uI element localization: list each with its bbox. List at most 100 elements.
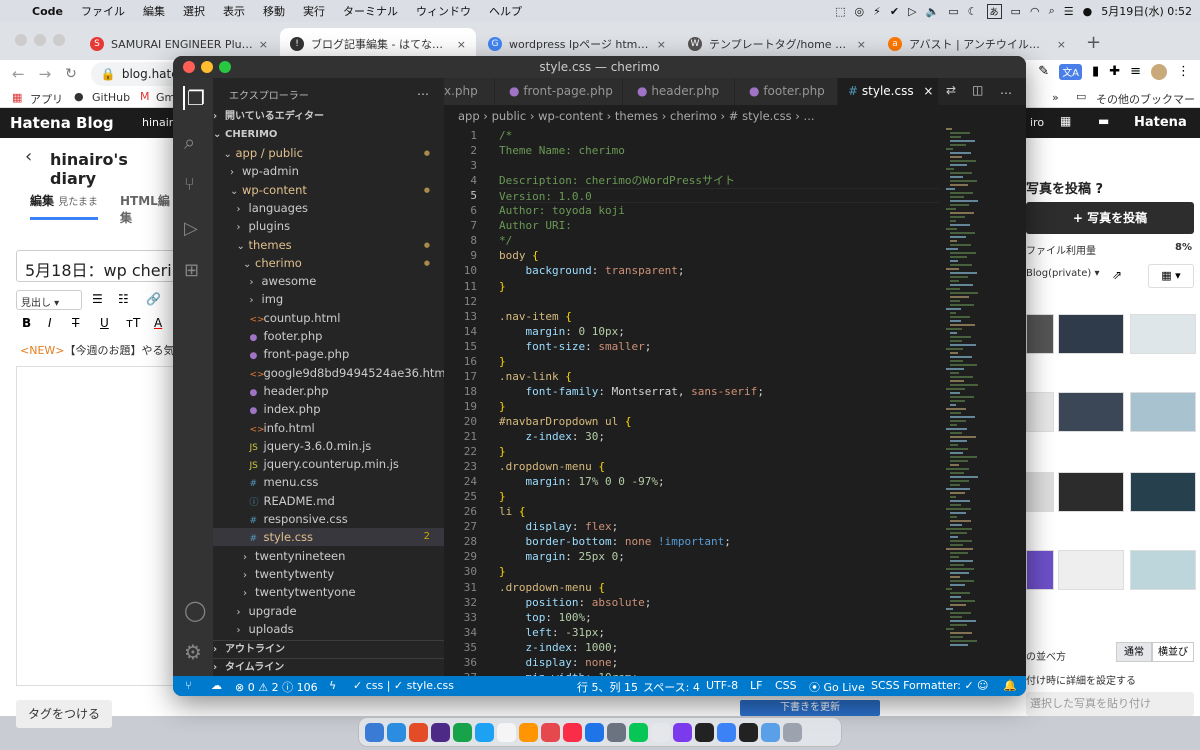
moon-icon[interactable]: ☾ bbox=[968, 5, 978, 18]
tab-edit-visual[interactable]: 編集 見たまま bbox=[30, 192, 98, 220]
photo-thumb[interactable] bbox=[1058, 550, 1124, 590]
minimap[interactable] bbox=[946, 126, 1018, 676]
forward-icon[interactable]: → bbox=[39, 65, 52, 83]
translate-icon[interactable]: 文A bbox=[1059, 64, 1083, 80]
tree-item[interactable]: ⌄ wp-content ● bbox=[213, 181, 444, 199]
minimize-window-button[interactable] bbox=[34, 34, 46, 46]
tree-item[interactable]: › img bbox=[213, 290, 444, 308]
menu-view[interactable]: 表示 bbox=[214, 3, 254, 19]
photo-thumb[interactable] bbox=[1130, 472, 1196, 512]
dock-app-icon[interactable] bbox=[387, 722, 406, 742]
check-icon[interactable]: ✔ bbox=[890, 5, 899, 18]
tree-item[interactable]: <>google9d8bd9494524ae36.html bbox=[213, 364, 449, 382]
tree-item[interactable]: › languages bbox=[213, 199, 444, 217]
settings-gear-icon[interactable]: ⚙ bbox=[184, 640, 202, 664]
photo-thumb[interactable] bbox=[1026, 392, 1054, 432]
editor-tab[interactable]: x.php bbox=[444, 78, 494, 105]
workspace-section[interactable]: ⌄ CHERIMO bbox=[213, 126, 444, 144]
bold-icon[interactable]: B bbox=[22, 316, 31, 330]
breadcrumb-item[interactable]: ... bbox=[804, 109, 815, 123]
encoding[interactable]: UTF-8 bbox=[706, 679, 738, 692]
profile-avatar[interactable] bbox=[1151, 64, 1167, 80]
explorer-icon[interactable]: ❐ bbox=[183, 86, 205, 110]
tree-item[interactable]: › twentytwenty bbox=[213, 565, 444, 583]
volume-icon[interactable]: 🔈 bbox=[926, 5, 940, 18]
extensions-icon[interactable]: ⊞ bbox=[184, 260, 199, 281]
breadcrumb-item[interactable]: themes bbox=[615, 109, 658, 123]
view-mode-select[interactable]: ▦ ▾ bbox=[1148, 264, 1194, 288]
text-color-icon[interactable]: A bbox=[154, 316, 162, 330]
feedback-icon[interactable]: ☺ bbox=[977, 679, 988, 692]
menu-edit[interactable]: 編集 bbox=[134, 3, 174, 19]
close-tab-icon[interactable]: × bbox=[923, 84, 933, 98]
code-editor[interactable]: 1 /* 2 Theme Name: cherimo 3 4 Description: ch… bbox=[444, 126, 944, 676]
menu-terminal[interactable]: ターミナル bbox=[334, 3, 407, 19]
creative-cloud-icon[interactable]: ◎ bbox=[855, 5, 865, 18]
outline-section[interactable]: › アウトライン bbox=[213, 640, 444, 658]
dock-app-icon[interactable] bbox=[629, 722, 648, 742]
tree-item[interactable]: › twentynineteen bbox=[213, 547, 444, 565]
photo-thumb[interactable] bbox=[1130, 550, 1196, 590]
close-tab-icon[interactable]: × bbox=[259, 38, 268, 51]
tree-item[interactable]: › awesome bbox=[213, 272, 444, 290]
menu-selection[interactable]: 選択 bbox=[174, 3, 214, 19]
editor-tab-active[interactable]: # style.css × bbox=[838, 78, 938, 105]
dock-app-icon[interactable] bbox=[475, 722, 494, 742]
tree-item[interactable]: ⌄ cherimo ● bbox=[213, 254, 444, 272]
extension-icon[interactable]: ≡ bbox=[1130, 64, 1141, 80]
editor-tab[interactable]: ● front-page.php bbox=[495, 78, 622, 105]
tree-item[interactable]: › uploads bbox=[213, 620, 444, 638]
zoom-window-button[interactable] bbox=[53, 34, 65, 46]
dock-app-icon[interactable] bbox=[453, 722, 472, 742]
numbered-list-icon[interactable]: ☷ bbox=[118, 292, 129, 306]
language-path[interactable]: ✓ css | ✓ style.css bbox=[353, 679, 454, 692]
hatena-logo[interactable]: Hatena Blog bbox=[10, 114, 114, 132]
link-icon[interactable]: 🔗 bbox=[146, 292, 161, 306]
address-bar[interactable]: 🔒 blog.hatena bbox=[90, 62, 194, 86]
tree-item[interactable]: ● front-page.php bbox=[213, 345, 444, 363]
bolt-icon[interactable]: ⚡ bbox=[873, 5, 881, 18]
save-draft-button[interactable]: 下書きを更新 bbox=[740, 700, 880, 716]
compare-icon[interactable]: ⇄ bbox=[946, 83, 956, 97]
tree-item[interactable]: ● header.php bbox=[213, 382, 444, 400]
dock-app-icon[interactable] bbox=[365, 722, 384, 742]
dock-app-icon[interactable] bbox=[563, 722, 582, 742]
remote-icon[interactable]: ⑂ bbox=[185, 679, 192, 692]
breadcrumb-item[interactable]: public bbox=[492, 109, 527, 123]
play-icon[interactable]: ▷ bbox=[908, 5, 916, 18]
menubar-datetime[interactable]: 5月19日(水) 0:52 bbox=[1101, 3, 1192, 19]
split-editor-icon[interactable]: ◫ bbox=[972, 83, 983, 97]
language-mode[interactable]: CSS bbox=[775, 679, 797, 692]
close-tab-icon[interactable]: × bbox=[857, 38, 866, 51]
wifi-icon[interactable]: ◠ bbox=[1030, 5, 1040, 18]
dock-app-icon[interactable] bbox=[651, 722, 670, 742]
tree-item[interactable]: <>countup.html bbox=[213, 309, 444, 327]
reload-icon[interactable]: ↻ bbox=[65, 66, 77, 82]
photo-thumb[interactable] bbox=[1058, 314, 1124, 354]
hatena-user-right[interactable]: iro bbox=[1030, 116, 1044, 129]
menu-run[interactable]: 実行 bbox=[294, 3, 334, 19]
formatter-status[interactable]: SCSS Formatter: ✓ bbox=[871, 679, 974, 692]
source-control-icon[interactable]: ⑂ bbox=[184, 174, 195, 195]
sync-icon[interactable]: ☁ bbox=[211, 679, 222, 692]
tree-item[interactable]: ⌄ themes ● bbox=[213, 236, 444, 254]
tree-item[interactable]: ⓘ README.md bbox=[213, 492, 444, 510]
editor-body[interactable] bbox=[16, 366, 186, 686]
dock-app-icon[interactable] bbox=[695, 722, 714, 742]
apps-icon[interactable]: ▦ bbox=[12, 91, 22, 104]
sort-normal-button[interactable]: 通常 bbox=[1116, 642, 1152, 662]
tree-item[interactable]: JS jquery.counterup.min.js bbox=[213, 455, 444, 473]
lightning-icon[interactable]: ϟ bbox=[329, 679, 336, 692]
dock-app-icon[interactable] bbox=[717, 722, 736, 742]
tree-item[interactable]: ● index.php bbox=[213, 400, 444, 418]
add-tag-button[interactable]: タグをつける bbox=[16, 700, 112, 728]
tree-item[interactable]: # responsive.css bbox=[213, 510, 444, 528]
input-method-icon[interactable]: あ bbox=[986, 3, 1002, 19]
display-icon[interactable]: ▭ bbox=[948, 5, 958, 18]
bookmark-apps[interactable]: アプリ bbox=[30, 91, 63, 107]
extensions-icon[interactable]: ✚ bbox=[1109, 64, 1120, 80]
menu-window[interactable]: ウィンドウ bbox=[407, 3, 480, 19]
search-icon[interactable]: ⌕ bbox=[1049, 4, 1055, 18]
underline-icon[interactable]: U bbox=[100, 316, 109, 330]
tree-item[interactable]: › upgrade bbox=[213, 602, 444, 620]
